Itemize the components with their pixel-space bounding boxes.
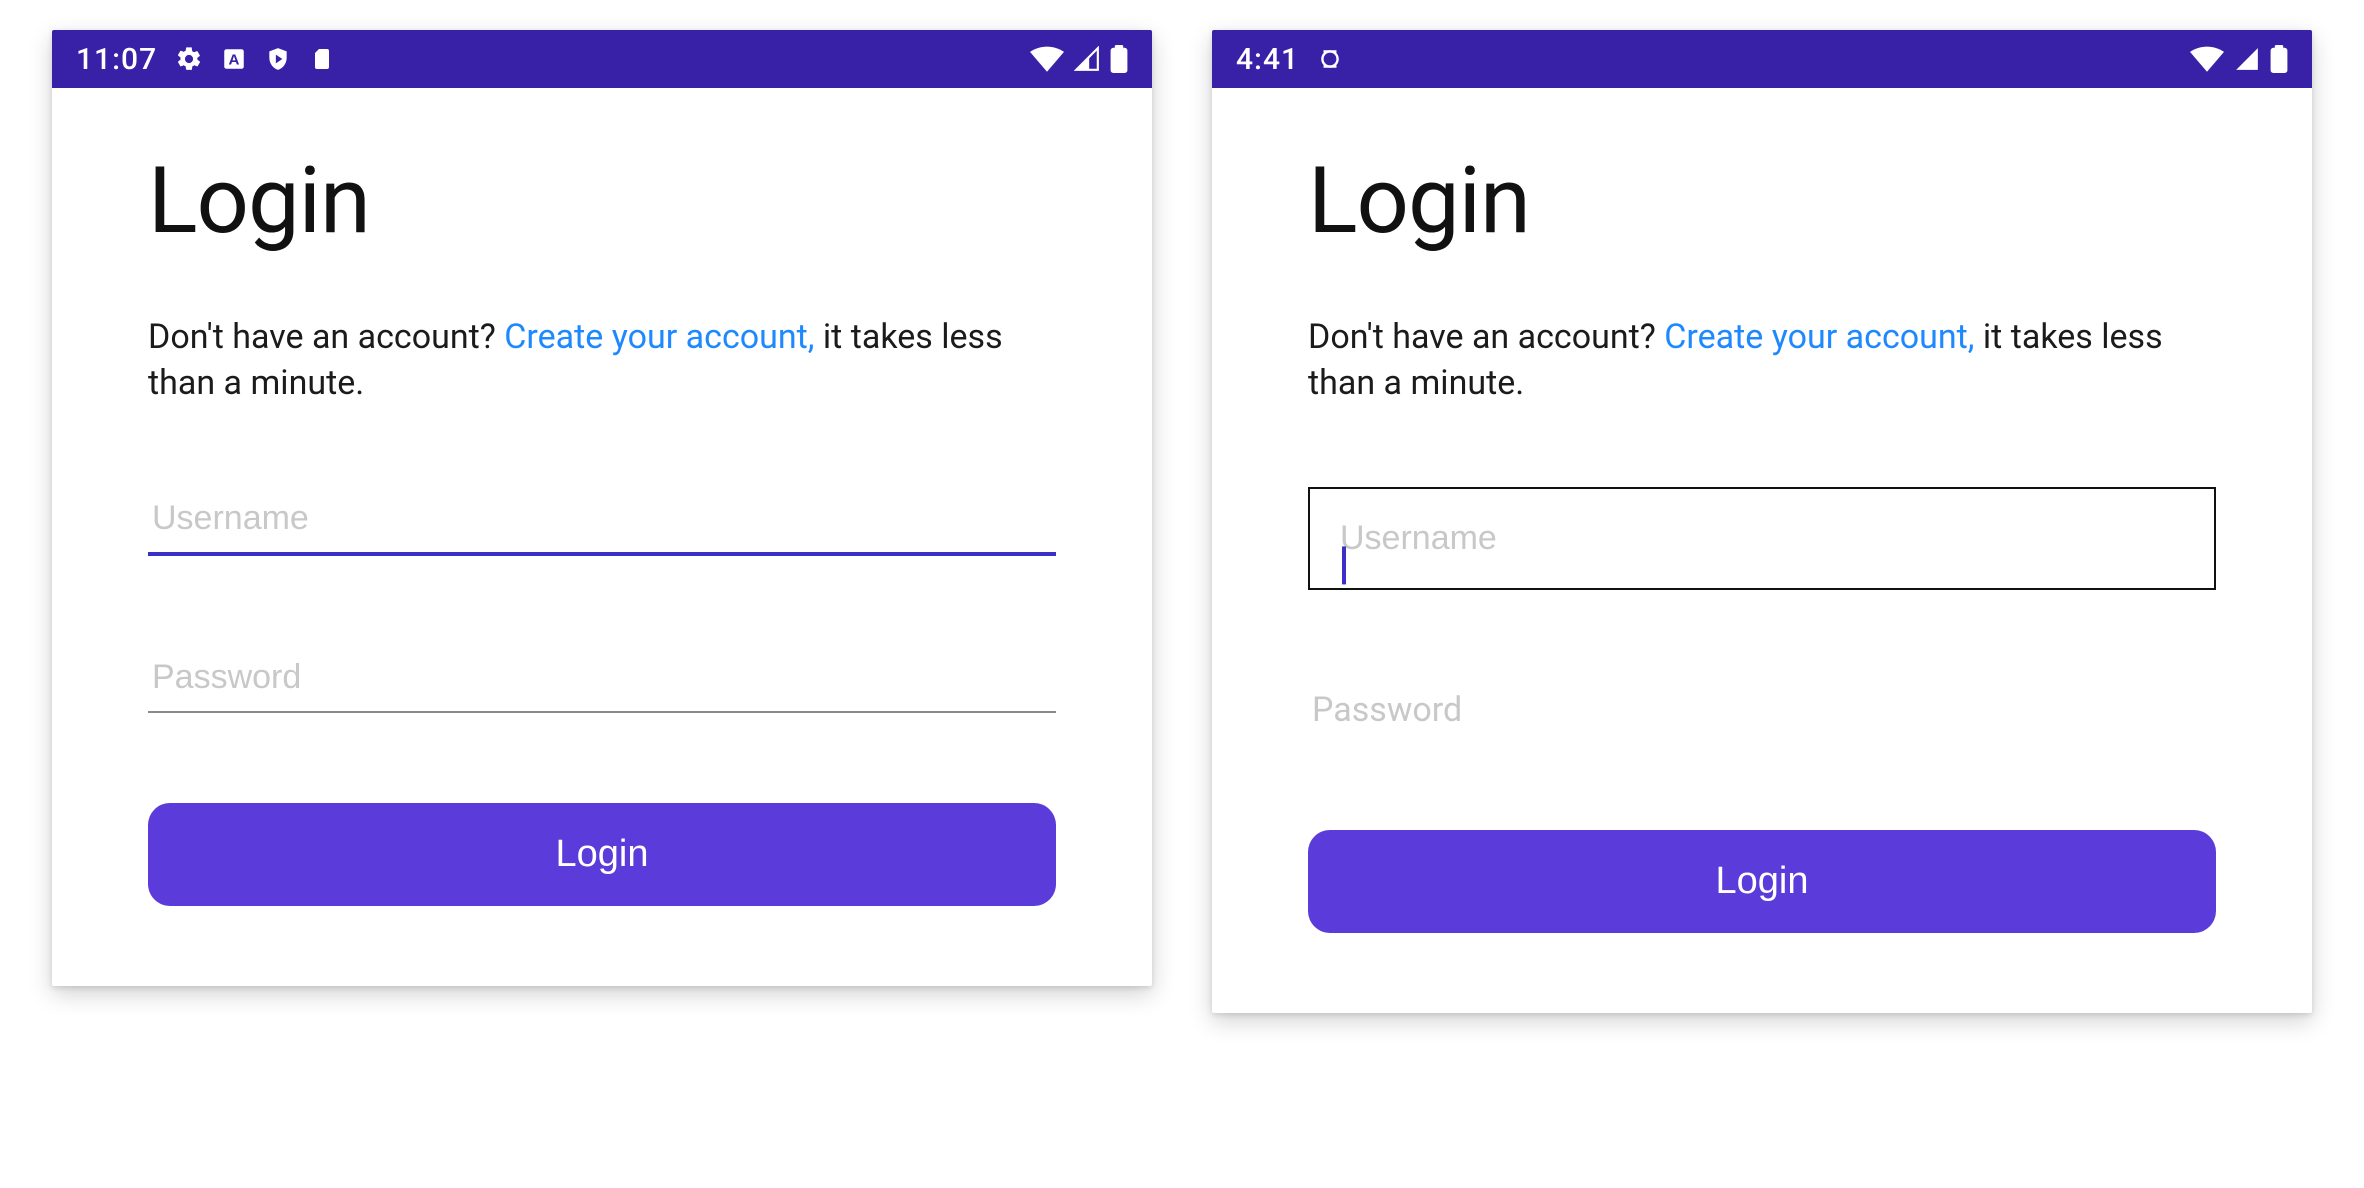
system-icon [1317, 46, 1343, 72]
page-title: Login [1308, 148, 2216, 255]
status-bar: 4:41 [1212, 30, 2312, 88]
sd-card-icon [309, 46, 333, 72]
subtitle-pre: Don't have an account? [1308, 317, 1664, 357]
subtitle-pre: Don't have an account? [148, 317, 504, 357]
text-caret-icon [1342, 547, 1346, 585]
cell-signal-icon [2234, 46, 2260, 72]
create-account-link[interactable]: Create your account, [504, 317, 814, 357]
phone-right: 4:41 Login Don't have an accoun [1212, 30, 2312, 1013]
password-input[interactable]: Password [1308, 660, 2216, 760]
status-clock: 4:41 [1236, 42, 1299, 77]
battery-icon [1110, 45, 1128, 73]
svg-text:A: A [229, 51, 240, 68]
login-button[interactable]: Login [1308, 830, 2216, 933]
username-input[interactable] [1308, 487, 2216, 590]
battery-icon [2270, 45, 2288, 73]
gear-icon [175, 45, 203, 73]
subtitle-text: Don't have an account? Create your accou… [148, 315, 1056, 407]
status-bar: 11:07 A [52, 30, 1152, 88]
cell-signal-icon [1074, 46, 1100, 72]
wifi-icon [1030, 46, 1064, 72]
play-protect-icon [265, 46, 291, 72]
font-icon: A [221, 46, 247, 72]
phone-left: 11:07 A [52, 30, 1152, 986]
username-input[interactable] [148, 487, 1056, 556]
login-button[interactable]: Login [148, 803, 1056, 906]
password-input[interactable] [148, 646, 1056, 713]
subtitle-text: Don't have an account? Create your accou… [1308, 315, 2216, 407]
create-account-link[interactable]: Create your account, [1664, 317, 1974, 357]
page-title: Login [148, 148, 1056, 255]
status-clock: 11:07 [76, 42, 157, 77]
wifi-icon [2190, 46, 2224, 72]
